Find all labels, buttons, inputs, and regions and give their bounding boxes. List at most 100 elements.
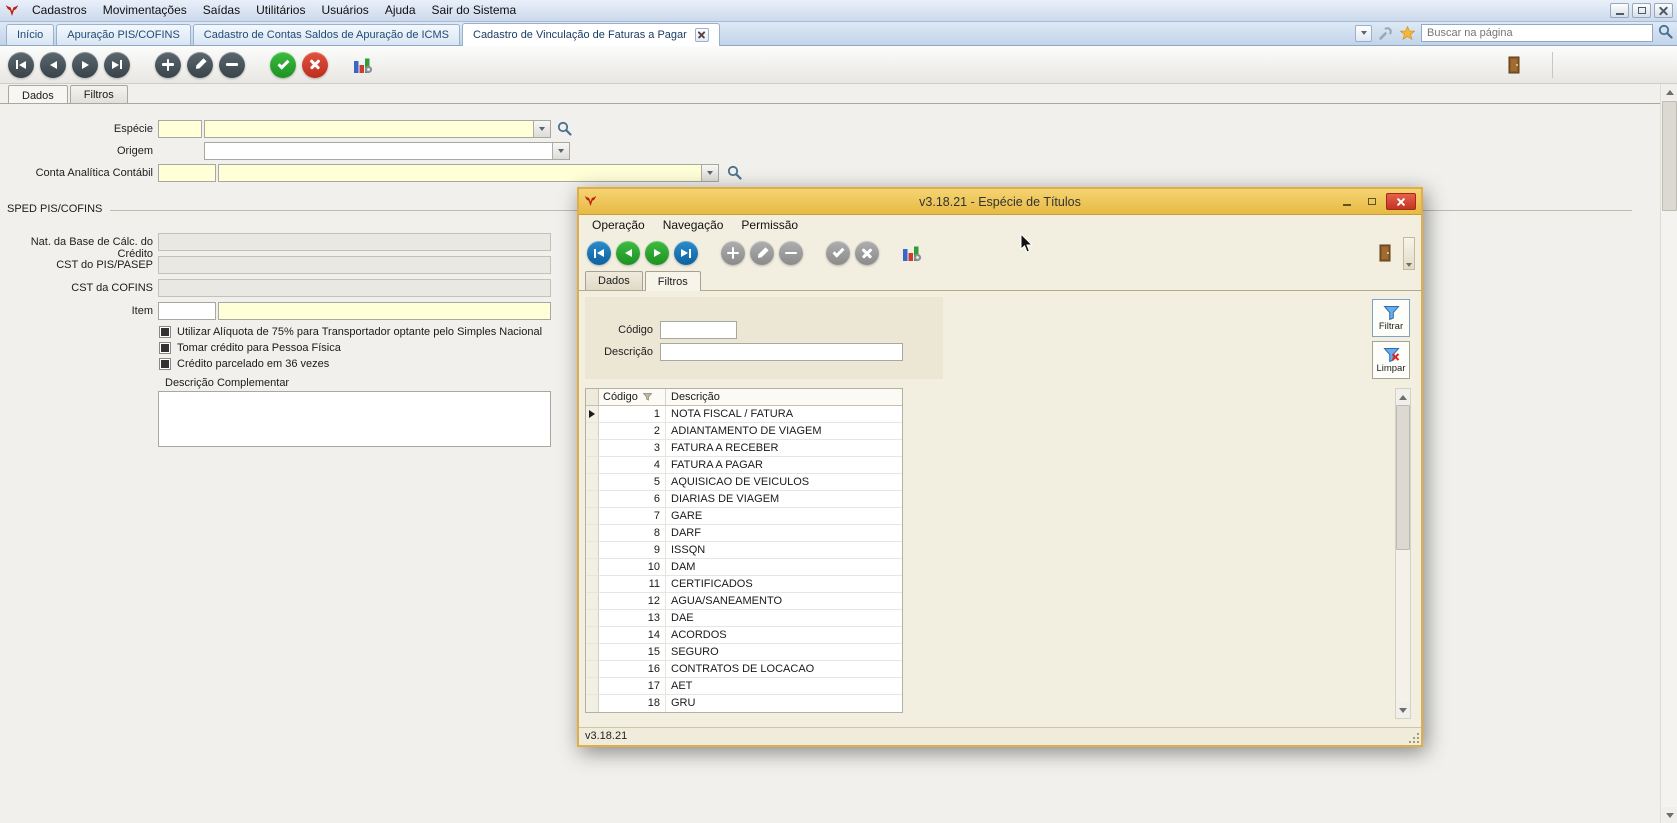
scroll-down-arrow[interactable] [1662, 807, 1677, 823]
cell-descricao[interactable]: CONTRATOS DE LOCACAO [666, 661, 902, 677]
edit-record-button[interactable] [750, 241, 774, 265]
report-chart-button[interactable] [902, 244, 922, 262]
table-row[interactable]: 7GARE [586, 508, 902, 525]
cell-codigo[interactable]: 4 [599, 457, 666, 473]
tab-list-dropdown-button[interactable] [1355, 25, 1372, 42]
table-row[interactable]: 3FATURA A RECEBER [586, 440, 902, 457]
table-row[interactable]: 12AGUA/SANEAMENTO [586, 593, 902, 610]
minimize-button[interactable] [1610, 3, 1629, 18]
next-record-button[interactable] [645, 241, 669, 265]
last-record-button[interactable] [674, 241, 698, 265]
cell-descricao[interactable]: DAM [666, 559, 902, 575]
maximize-button[interactable] [1632, 3, 1651, 18]
first-record-button[interactable] [8, 52, 34, 78]
menu-utilitarios[interactable]: Utilitários [248, 0, 313, 21]
tab-cadastro-vinculacao-faturas[interactable]: Cadastro de Vinculação de Faturas a Paga… [462, 23, 720, 46]
cell-descricao[interactable]: AQUISICAO DE VEICULOS [666, 474, 902, 490]
cell-codigo[interactable]: 2 [599, 423, 666, 439]
dropdown-button[interactable] [533, 121, 550, 137]
table-row[interactable]: 11CERTIFICADOS [586, 576, 902, 593]
previous-record-button[interactable] [616, 241, 640, 265]
table-row[interactable]: 16CONTRATOS DE LOCACAO [586, 661, 902, 678]
item-input[interactable] [218, 302, 551, 320]
table-row[interactable]: 17AET [586, 678, 902, 695]
dialog-titlebar[interactable]: v3.18.21 - Espécie de Títulos [579, 189, 1421, 215]
table-row[interactable]: 15SEGURO [586, 644, 902, 661]
tab-inicio[interactable]: Início [6, 24, 54, 45]
dialog-maximize-button[interactable] [1361, 194, 1383, 210]
menu-usuarios[interactable]: Usuários [313, 0, 376, 21]
cell-codigo[interactable]: 5 [599, 474, 666, 490]
cell-codigo[interactable]: 12 [599, 593, 666, 609]
toolbar-overflow-button[interactable] [1403, 237, 1415, 270]
main-vertical-scrollbar[interactable] [1660, 84, 1677, 823]
conta-search-icon[interactable] [727, 165, 742, 183]
favorite-button[interactable] [1399, 25, 1416, 42]
checkbox[interactable] [159, 342, 171, 354]
table-row[interactable]: 14ACORDOS [586, 627, 902, 644]
confirm-button[interactable] [826, 241, 850, 265]
item-code-input[interactable] [158, 302, 216, 320]
cell-codigo[interactable]: 8 [599, 525, 666, 541]
column-header-descricao[interactable]: Descrição [666, 389, 902, 405]
cell-descricao[interactable]: AGUA/SANEAMENTO [666, 593, 902, 609]
first-record-button[interactable] [587, 241, 611, 265]
cell-descricao[interactable]: FATURA A RECEBER [666, 440, 902, 456]
cell-codigo[interactable]: 15 [599, 644, 666, 660]
cell-codigo[interactable]: 16 [599, 661, 666, 677]
tab-dados[interactable]: Dados [8, 85, 68, 105]
tab-cadastro-contas-saldos-icms[interactable]: Cadastro de Contas Saldos de Apuração de… [193, 24, 460, 45]
dialog-tab-filtros[interactable]: Filtros [645, 271, 701, 291]
dialog-minimize-button[interactable] [1336, 194, 1358, 210]
menu-permissao[interactable]: Permissão [732, 215, 807, 235]
resize-grip[interactable] [1409, 733, 1419, 743]
scroll-up-arrow[interactable] [1396, 389, 1410, 405]
tab-apuracao-pis-cofins[interactable]: Apuração PIS/COFINS [56, 24, 191, 45]
last-record-button[interactable] [104, 52, 130, 78]
tab-filtros[interactable]: Filtros [70, 85, 128, 104]
conta-code-input[interactable] [158, 164, 216, 182]
menu-navegacao[interactable]: Navegação [654, 215, 733, 235]
menu-operacao[interactable]: Operação [583, 215, 654, 235]
menu-cadastros[interactable]: Cadastros [24, 0, 95, 21]
cell-codigo[interactable]: 13 [599, 610, 666, 626]
table-row[interactable]: 6DIARIAS DE VIAGEM [586, 491, 902, 508]
cell-descricao[interactable]: ADIANTAMENTO DE VIAGEM [666, 423, 902, 439]
cell-descricao[interactable]: GRU [666, 695, 902, 712]
codigo-filter-input[interactable] [660, 321, 737, 339]
cell-codigo[interactable]: 6 [599, 491, 666, 507]
add-record-button[interactable] [155, 52, 181, 78]
menu-movimentacoes[interactable]: Movimentações [95, 0, 195, 21]
descricao-complementar-textarea[interactable] [158, 391, 551, 447]
confirm-button[interactable] [270, 52, 296, 78]
tools-button[interactable] [1377, 25, 1394, 42]
cell-codigo[interactable]: 1 [599, 406, 666, 422]
especie-code-input[interactable] [158, 120, 202, 138]
descricao-filter-input[interactable] [660, 343, 903, 361]
scroll-down-arrow[interactable] [1396, 702, 1410, 718]
checkbox-row-aliquota[interactable]: Utilizar Alíquota de 75% para Transporta… [159, 325, 542, 339]
cell-descricao[interactable]: GARE [666, 508, 902, 524]
checkbox[interactable] [159, 358, 171, 370]
edit-record-button[interactable] [187, 52, 213, 78]
cell-descricao[interactable]: DARF [666, 525, 902, 541]
checkbox-row-pessoa-fisica[interactable]: Tomar crédito para Pessoa Física [159, 341, 341, 355]
especie-search-icon[interactable] [557, 121, 572, 139]
dialog-vertical-scrollbar[interactable] [1395, 388, 1411, 719]
especie-combo[interactable] [204, 120, 551, 138]
scroll-up-arrow[interactable] [1662, 84, 1677, 100]
origem-combo[interactable] [204, 142, 570, 160]
cancel-button[interactable] [302, 52, 328, 78]
limpar-button[interactable]: Limpar [1372, 341, 1410, 379]
dialog-tab-dados[interactable]: Dados [585, 271, 643, 290]
cell-codigo[interactable]: 14 [599, 627, 666, 643]
column-header-codigo[interactable]: Código [599, 389, 666, 405]
add-record-button[interactable] [721, 241, 745, 265]
menu-saidas[interactable]: Saídas [195, 0, 248, 21]
cell-descricao[interactable]: SEGURO [666, 644, 902, 660]
menu-ajuda[interactable]: Ajuda [377, 0, 424, 21]
report-chart-button[interactable] [353, 56, 373, 74]
cell-codigo[interactable]: 17 [599, 678, 666, 694]
cell-descricao[interactable]: CERTIFICADOS [666, 576, 902, 592]
table-row[interactable]: 9ISSQN [586, 542, 902, 559]
